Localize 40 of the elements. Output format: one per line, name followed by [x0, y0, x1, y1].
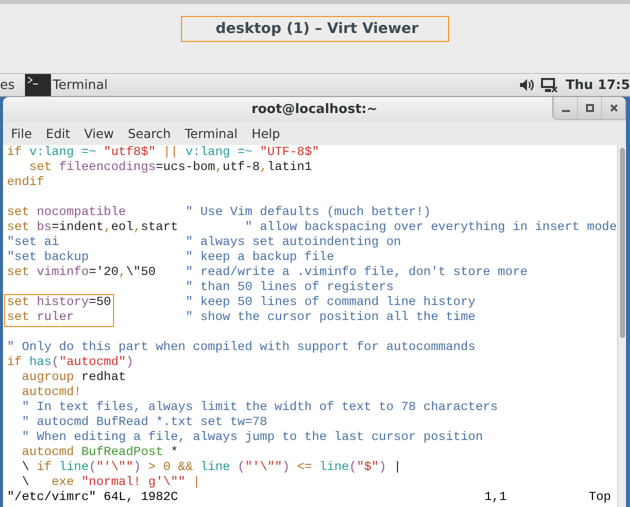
- code-line: " In text files, always limit the width of text to 78 characters: [20, 400, 499, 415]
- code-line: augroup redhat: [20, 370, 127, 385]
- file-info: "/etc/vimrc" 64L, 1982C: [7, 490, 178, 506]
- menu-item[interactable]: Help: [244, 126, 286, 141]
- code-line: if has("autocmd"): [7, 355, 134, 370]
- code-line: " than 50 lines of registers: [184, 280, 395, 295]
- code-line: set viminfo='20,\"50 " read/write a .viminfo file, don't store more: [7, 265, 529, 280]
- code-line: set nocompatible " Use Vim defaults (much better!): [7, 205, 432, 220]
- code-line: \ if line("'\"") > 0 && line ("'\"") <= line("$") |: [20, 460, 402, 475]
- menu-item[interactable]: Edit: [38, 126, 76, 141]
- cursor-position: 1,1: [484, 490, 507, 506]
- code-line: "set ai " always set autoindenting on: [7, 235, 402, 250]
- terminal-title: root@localhost:~: [251, 102, 378, 117]
- scroll-position: Top: [588, 490, 611, 506]
- window-title: desktop (1) – Virt Viewer: [180, 16, 450, 42]
- code-line: " autocmd BufRead *.txt set tw=78: [20, 415, 268, 430]
- code-line: "set backup " keep a backup file: [7, 250, 336, 265]
- code-line: endif: [7, 175, 46, 190]
- maximize-icon: [586, 104, 594, 112]
- network-icon[interactable]: [540, 78, 558, 92]
- code-line: set history=50 " keep 50 lines of command line history: [7, 295, 476, 310]
- speaker-icon[interactable]: [518, 78, 535, 92]
- code-line: autocmd!: [20, 385, 82, 400]
- code-line: set fileencodings=ucs-bom,utf-8,latin1: [28, 160, 313, 175]
- activities-label[interactable]: es: [0, 78, 19, 92]
- code-line: if v:lang =~ "utf8$" || v:lang =~ "UTF-8$": [7, 145, 320, 160]
- scrollbar[interactable]: [617, 145, 626, 507]
- close-icon: [610, 104, 618, 112]
- menu-item[interactable]: File: [3, 126, 38, 141]
- code-line: autocmd BufReadPost *: [20, 445, 180, 460]
- code-line: set ruler " show the cursor position all the time: [7, 310, 476, 325]
- menu-item[interactable]: View: [76, 126, 120, 141]
- code-line: " Only do this part when compiled with support for autocommands: [7, 340, 476, 355]
- menu-item[interactable]: Terminal: [176, 126, 244, 141]
- code-line: " When editing a file, always jump to the last cursor position: [20, 430, 484, 445]
- menu-item[interactable]: Search: [120, 126, 177, 141]
- code-line: set bs=indent,eol,start " allow backspacing over everything in insert mode: [7, 220, 617, 235]
- clock[interactable]: Thu 17:5: [566, 78, 630, 92]
- app-menu-button[interactable]: Terminal: [22, 74, 108, 96]
- code-line: \ exe "normal! g'\"" |: [20, 475, 202, 490]
